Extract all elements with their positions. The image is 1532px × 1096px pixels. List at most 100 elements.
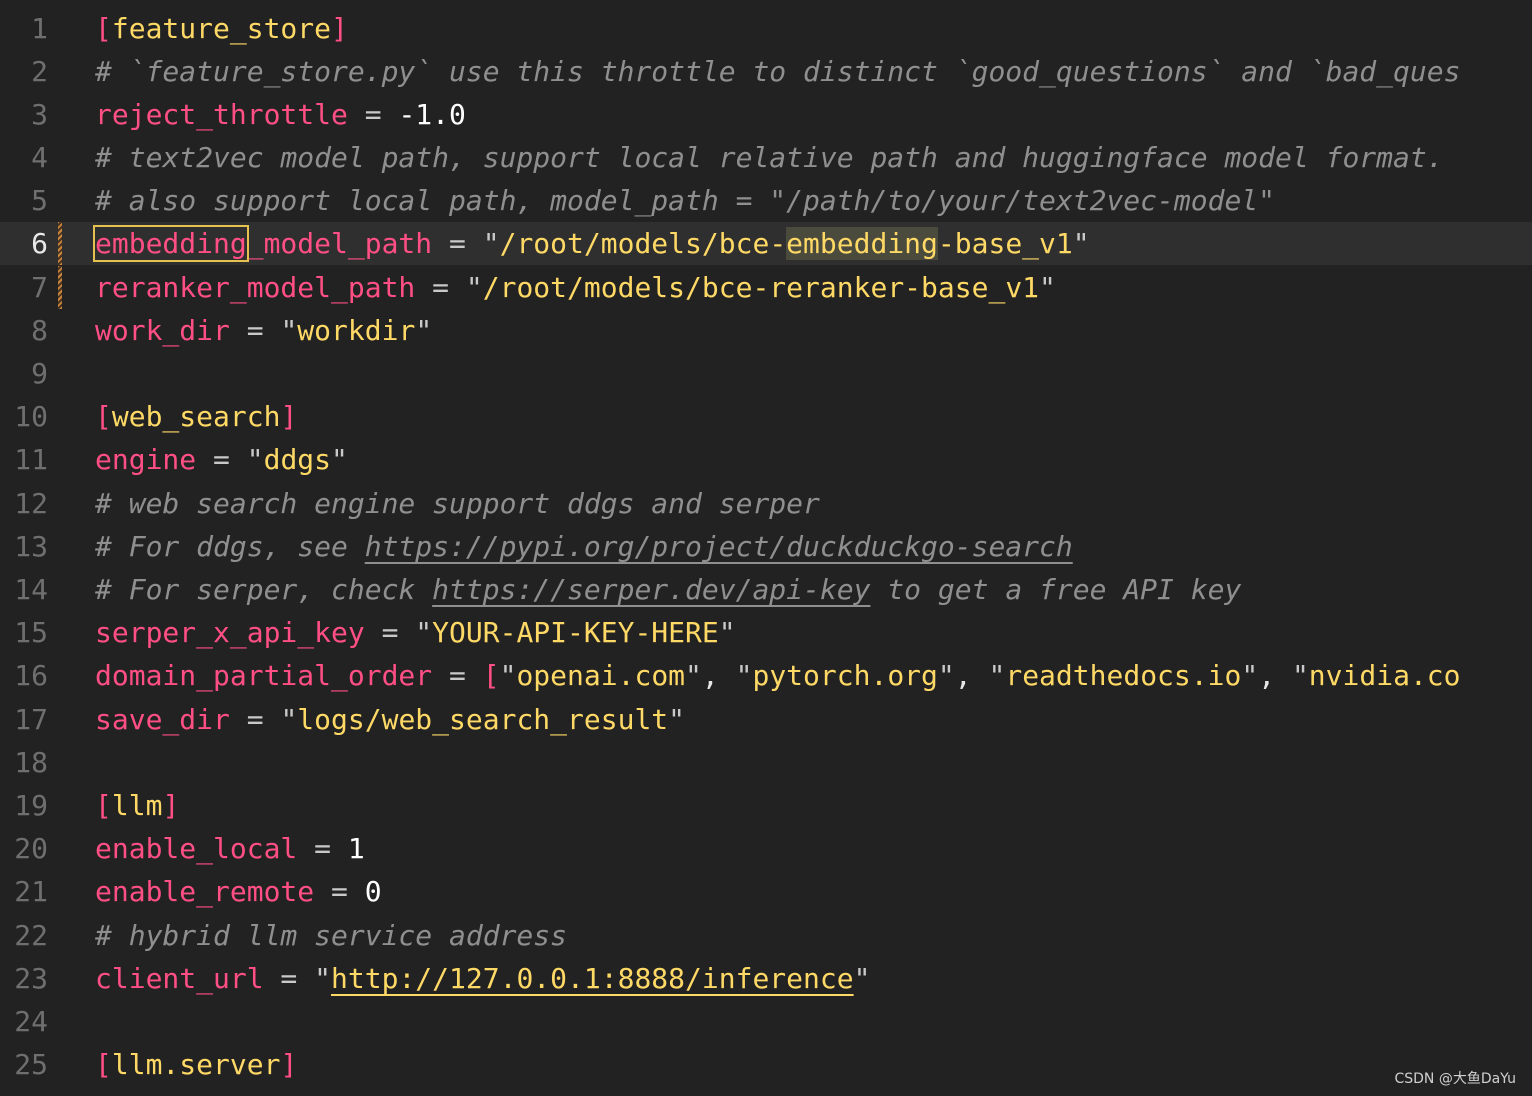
code-line[interactable]: 11 engine = "ddgs" [0, 438, 1532, 481]
config-value: -base_v1 [937, 227, 1073, 260]
code-text: [feature_store] [95, 12, 348, 45]
comment: # text2vec model path, support local rel… [95, 141, 1444, 174]
config-key: client_url [95, 962, 264, 995]
code-text: [llm.server] [95, 1048, 298, 1081]
code-line[interactable]: 2 # `feature_store.py` use this throttle… [0, 50, 1532, 93]
line-number: 13 [14, 530, 48, 563]
line-number: 6 [31, 227, 48, 260]
code-line[interactable]: 23 client_url = "http://127.0.0.1:8888/i… [0, 957, 1532, 1000]
comment: # For serper, check [95, 573, 433, 606]
code-line[interactable]: 24 [0, 1000, 1532, 1043]
line-number: 19 [14, 789, 48, 822]
comment-link[interactable]: https://serper.dev/api-key [432, 573, 870, 606]
line-number: 15 [14, 616, 48, 649]
code-line[interactable]: 5 # also support local path, model_path … [0, 179, 1532, 222]
comment-link[interactable]: https://pypi.org/project/duckduckgo-sear… [365, 530, 1073, 563]
line-number: 9 [31, 357, 48, 390]
config-value: 0 [364, 875, 382, 908]
list-item: readthedocs.io [1005, 659, 1242, 692]
line-number: 20 [14, 832, 48, 865]
line-number: 8 [31, 314, 48, 347]
watermark: CSDN @大鱼DaYu [1394, 1071, 1516, 1087]
config-value: -1.0 [398, 98, 466, 131]
comment: # `feature_store.py` use this throttle t… [95, 55, 1461, 88]
code-line[interactable]: 19 [llm] [0, 784, 1532, 827]
comment: # also support local path, model_path = … [95, 184, 1276, 217]
comment: # hybrid llm service address [95, 919, 568, 952]
config-value: /root/models/bce-reranker-base_v1 [482, 271, 1040, 304]
config-key: reject_throttle [95, 98, 348, 131]
code-line[interactable]: 4 # text2vec model path, support local r… [0, 136, 1532, 179]
config-value: 1 [347, 832, 365, 865]
code-line[interactable]: 22 # hybrid llm service address [0, 914, 1532, 957]
code-line[interactable]: 21 enable_remote = 0 [0, 870, 1532, 913]
line-number: 4 [31, 141, 48, 174]
code-text: # For serper, check https://serper.dev/a… [95, 568, 1241, 611]
code-line[interactable]: 16 domain_partial_order = ["openai.com",… [0, 654, 1532, 697]
line-number: 24 [14, 1005, 48, 1038]
code-line[interactable]: 15 serper_x_api_key = "YOUR-API-KEY-HERE… [0, 611, 1532, 654]
line-number: 14 [14, 573, 48, 606]
code-text: reject_throttle = -1.0 [95, 98, 466, 131]
section-name: llm [111, 789, 163, 822]
line-number: 2 [31, 55, 48, 88]
code-text: engine = "ddgs" [95, 443, 348, 476]
code-text: save_dir = "logs/web_search_result" [95, 703, 686, 736]
section-name: feature_store [111, 12, 332, 45]
code-text: enable_remote = 0 [95, 875, 382, 908]
list-item: pytorch.org [752, 659, 938, 692]
modified-line-marker [58, 266, 62, 309]
line-number: 11 [14, 443, 48, 476]
code-line[interactable]: 9 [0, 352, 1532, 395]
line-number: 1 [31, 12, 48, 45]
config-key: serper_x_api_key [95, 616, 365, 649]
code-text: # For ddgs, see https://pypi.org/project… [95, 525, 1073, 568]
config-key: save_dir [95, 703, 230, 736]
modified-line-marker [58, 222, 62, 265]
comment: to get a free API key [870, 573, 1242, 606]
code-text: embedding_model_path = "/root/models/bce… [93, 225, 1090, 262]
code-line[interactable]: 8 work_dir = "workdir" [0, 309, 1532, 352]
url-link[interactable]: http://127.0.0.1:8888/inference [331, 962, 854, 995]
config-value: logs/web_search_result [297, 703, 669, 736]
word-match-highlight: embedding [786, 227, 938, 260]
section-name: llm.server [111, 1048, 281, 1081]
line-number: 25 [14, 1048, 48, 1081]
line-number: 16 [14, 659, 48, 692]
code-line[interactable]: 7 reranker_model_path = "/root/models/bc… [0, 266, 1532, 309]
config-key: enable_local [95, 832, 298, 865]
list-item: nvidia.co [1308, 659, 1461, 692]
code-line[interactable]: 12 # web search engine support ddgs and … [0, 482, 1532, 525]
code-line[interactable]: 25 [llm.server] [0, 1043, 1532, 1086]
config-key: enable_remote [95, 875, 315, 908]
comment: # For ddgs, see [95, 530, 365, 563]
code-line[interactable]: 20 enable_local = 1 [0, 827, 1532, 870]
config-key: reranker_model_path [95, 271, 416, 304]
line-number: 7 [31, 271, 48, 304]
code-editor[interactable]: 1 [feature_store] 2 # `feature_store.py`… [0, 0, 1532, 1096]
config-key: domain_partial_order [95, 659, 433, 692]
config-value: /root/models/bce- [499, 227, 787, 260]
code-line[interactable]: 1 [feature_store] [0, 7, 1532, 50]
line-number: 10 [14, 400, 48, 433]
config-value: workdir [297, 314, 416, 347]
line-number: 21 [14, 875, 48, 908]
current-code-line[interactable]: 6 embedding_model_path = "/root/models/b… [0, 222, 1532, 265]
code-line[interactable]: 13 # For ddgs, see https://pypi.org/proj… [0, 525, 1532, 568]
code-text: enable_local = 1 [95, 832, 365, 865]
line-number: 18 [14, 746, 48, 779]
line-number: 12 [14, 487, 48, 520]
section-name: web_search [111, 400, 281, 433]
code-line[interactable]: 18 [0, 741, 1532, 784]
selected-word: embedding [93, 225, 249, 262]
line-number: 5 [31, 184, 48, 217]
config-key: _model_path [246, 227, 433, 260]
line-number: 22 [14, 919, 48, 952]
config-value: ddgs [263, 443, 332, 476]
line-number: 3 [31, 98, 48, 131]
code-line[interactable]: 10 [web_search] [0, 395, 1532, 438]
code-text: [web_search] [95, 400, 298, 433]
code-line[interactable]: 3 reject_throttle = -1.0 [0, 93, 1532, 136]
code-line[interactable]: 14 # For serper, check https://serper.de… [0, 568, 1532, 611]
code-line[interactable]: 17 save_dir = "logs/web_search_result" [0, 698, 1532, 741]
